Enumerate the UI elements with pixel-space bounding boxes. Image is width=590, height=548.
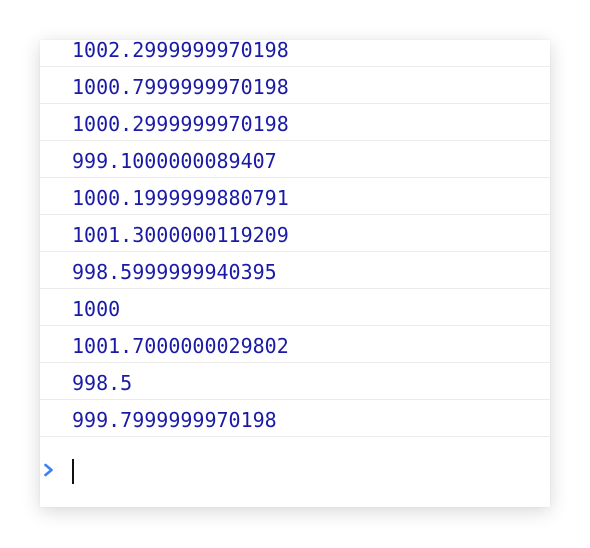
console-log-row: 1000 (40, 289, 550, 326)
log-value: 1000 (72, 297, 121, 321)
log-value: 1000.2999999970198 (72, 112, 289, 136)
log-value: 998.5 (72, 371, 133, 395)
console-log-list: 1002.2999999970198 1000.7999999970198 10… (40, 40, 550, 437)
console-log-row: 998.5999999940395 (40, 252, 550, 289)
console-log-row: 1001.3000000119209 (40, 215, 550, 252)
log-value: 1000.1999999880791 (72, 186, 289, 210)
log-value: 1001.3000000119209 (72, 223, 289, 247)
console-log-row: 999.7999999970198 (40, 400, 550, 437)
console-log-row: 1000.1999999880791 (40, 178, 550, 215)
console-log-row: 1000.7999999970198 (40, 67, 550, 104)
console-log-row: 998.5 (40, 363, 550, 400)
log-value: 998.5999999940395 (72, 260, 277, 284)
console-input[interactable] (72, 459, 512, 484)
chevron-right-icon (43, 462, 55, 478)
console-log-row: 1002.2999999970198 (40, 40, 550, 67)
log-value: 999.1000000089407 (72, 149, 277, 173)
console-log-row: 1000.2999999970198 (40, 104, 550, 141)
log-value: 1002.2999999970198 (72, 40, 289, 62)
console-prompt[interactable] (40, 452, 550, 492)
log-value: 1001.7000000029802 (72, 334, 289, 358)
log-value: 999.7999999970198 (72, 408, 277, 432)
devtools-console: 1002.2999999970198 1000.7999999970198 10… (40, 40, 550, 507)
console-log-row: 999.1000000089407 (40, 141, 550, 178)
log-value: 1000.7999999970198 (72, 75, 289, 99)
console-log-row: 1001.7000000029802 (40, 326, 550, 363)
